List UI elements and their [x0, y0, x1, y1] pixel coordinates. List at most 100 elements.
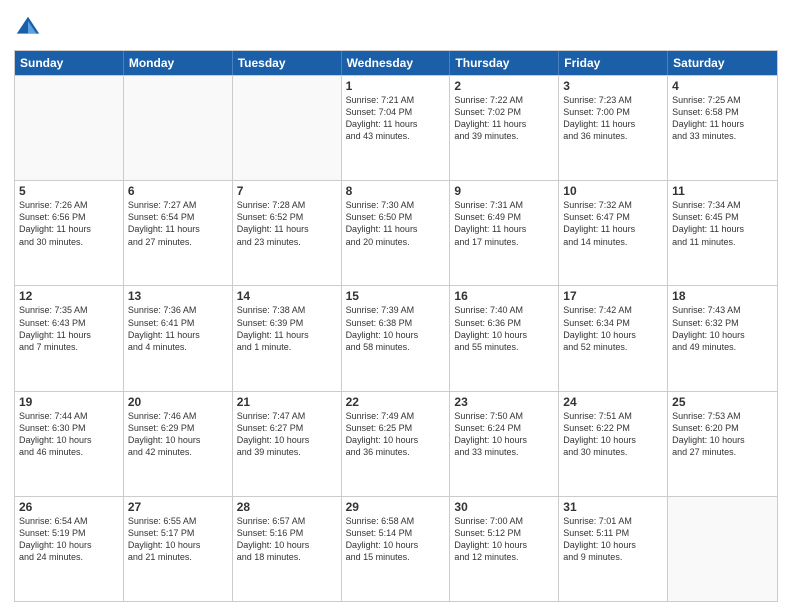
calendar-cell-4-6: [668, 497, 777, 601]
cell-info: Sunrise: 6:58 AM Sunset: 5:14 PM Dayligh…: [346, 515, 446, 564]
cell-info: Sunrise: 7:42 AM Sunset: 6:34 PM Dayligh…: [563, 304, 663, 353]
day-number: 15: [346, 289, 446, 303]
header-day-sunday: Sunday: [15, 51, 124, 75]
day-number: 9: [454, 184, 554, 198]
cell-info: Sunrise: 7:28 AM Sunset: 6:52 PM Dayligh…: [237, 199, 337, 248]
calendar-cell-2-4: 16Sunrise: 7:40 AM Sunset: 6:36 PM Dayli…: [450, 286, 559, 390]
day-number: 17: [563, 289, 663, 303]
day-number: 26: [19, 500, 119, 514]
day-number: 19: [19, 395, 119, 409]
calendar-cell-3-5: 24Sunrise: 7:51 AM Sunset: 6:22 PM Dayli…: [559, 392, 668, 496]
cell-info: Sunrise: 7:21 AM Sunset: 7:04 PM Dayligh…: [346, 94, 446, 143]
day-number: 25: [672, 395, 773, 409]
day-number: 7: [237, 184, 337, 198]
day-number: 22: [346, 395, 446, 409]
calendar-cell-1-5: 10Sunrise: 7:32 AM Sunset: 6:47 PM Dayli…: [559, 181, 668, 285]
calendar-cell-3-1: 20Sunrise: 7:46 AM Sunset: 6:29 PM Dayli…: [124, 392, 233, 496]
calendar-cell-4-4: 30Sunrise: 7:00 AM Sunset: 5:12 PM Dayli…: [450, 497, 559, 601]
day-number: 4: [672, 79, 773, 93]
cell-info: Sunrise: 7:47 AM Sunset: 6:27 PM Dayligh…: [237, 410, 337, 459]
header-day-friday: Friday: [559, 51, 668, 75]
calendar-row-1: 5Sunrise: 7:26 AM Sunset: 6:56 PM Daylig…: [15, 180, 777, 285]
cell-info: Sunrise: 7:40 AM Sunset: 6:36 PM Dayligh…: [454, 304, 554, 353]
cell-info: Sunrise: 7:46 AM Sunset: 6:29 PM Dayligh…: [128, 410, 228, 459]
cell-info: Sunrise: 6:57 AM Sunset: 5:16 PM Dayligh…: [237, 515, 337, 564]
day-number: 6: [128, 184, 228, 198]
calendar: SundayMondayTuesdayWednesdayThursdayFrid…: [14, 50, 778, 602]
day-number: 13: [128, 289, 228, 303]
cell-info: Sunrise: 7:50 AM Sunset: 6:24 PM Dayligh…: [454, 410, 554, 459]
calendar-row-0: 1Sunrise: 7:21 AM Sunset: 7:04 PM Daylig…: [15, 75, 777, 180]
calendar-cell-2-3: 15Sunrise: 7:39 AM Sunset: 6:38 PM Dayli…: [342, 286, 451, 390]
cell-info: Sunrise: 7:31 AM Sunset: 6:49 PM Dayligh…: [454, 199, 554, 248]
day-number: 8: [346, 184, 446, 198]
calendar-cell-0-6: 4Sunrise: 7:25 AM Sunset: 6:58 PM Daylig…: [668, 76, 777, 180]
cell-info: Sunrise: 6:54 AM Sunset: 5:19 PM Dayligh…: [19, 515, 119, 564]
cell-info: Sunrise: 7:34 AM Sunset: 6:45 PM Dayligh…: [672, 199, 773, 248]
calendar-body: 1Sunrise: 7:21 AM Sunset: 7:04 PM Daylig…: [15, 75, 777, 601]
day-number: 1: [346, 79, 446, 93]
day-number: 24: [563, 395, 663, 409]
calendar-cell-2-5: 17Sunrise: 7:42 AM Sunset: 6:34 PM Dayli…: [559, 286, 668, 390]
calendar-header-row: SundayMondayTuesdayWednesdayThursdayFrid…: [15, 51, 777, 75]
day-number: 23: [454, 395, 554, 409]
calendar-cell-1-3: 8Sunrise: 7:30 AM Sunset: 6:50 PM Daylig…: [342, 181, 451, 285]
cell-info: Sunrise: 7:38 AM Sunset: 6:39 PM Dayligh…: [237, 304, 337, 353]
day-number: 10: [563, 184, 663, 198]
calendar-row-4: 26Sunrise: 6:54 AM Sunset: 5:19 PM Dayli…: [15, 496, 777, 601]
calendar-cell-0-3: 1Sunrise: 7:21 AM Sunset: 7:04 PM Daylig…: [342, 76, 451, 180]
cell-info: Sunrise: 7:26 AM Sunset: 6:56 PM Dayligh…: [19, 199, 119, 248]
cell-info: Sunrise: 7:23 AM Sunset: 7:00 PM Dayligh…: [563, 94, 663, 143]
header: [14, 10, 778, 42]
cell-info: Sunrise: 7:53 AM Sunset: 6:20 PM Dayligh…: [672, 410, 773, 459]
calendar-cell-0-1: [124, 76, 233, 180]
header-day-saturday: Saturday: [668, 51, 777, 75]
header-day-monday: Monday: [124, 51, 233, 75]
calendar-cell-3-2: 21Sunrise: 7:47 AM Sunset: 6:27 PM Dayli…: [233, 392, 342, 496]
day-number: 29: [346, 500, 446, 514]
calendar-cell-1-1: 6Sunrise: 7:27 AM Sunset: 6:54 PM Daylig…: [124, 181, 233, 285]
calendar-cell-2-6: 18Sunrise: 7:43 AM Sunset: 6:32 PM Dayli…: [668, 286, 777, 390]
header-day-wednesday: Wednesday: [342, 51, 451, 75]
calendar-cell-1-6: 11Sunrise: 7:34 AM Sunset: 6:45 PM Dayli…: [668, 181, 777, 285]
cell-info: Sunrise: 7:44 AM Sunset: 6:30 PM Dayligh…: [19, 410, 119, 459]
day-number: 3: [563, 79, 663, 93]
day-number: 14: [237, 289, 337, 303]
calendar-cell-3-6: 25Sunrise: 7:53 AM Sunset: 6:20 PM Dayli…: [668, 392, 777, 496]
calendar-row-3: 19Sunrise: 7:44 AM Sunset: 6:30 PM Dayli…: [15, 391, 777, 496]
day-number: 18: [672, 289, 773, 303]
calendar-row-2: 12Sunrise: 7:35 AM Sunset: 6:43 PM Dayli…: [15, 285, 777, 390]
day-number: 2: [454, 79, 554, 93]
day-number: 16: [454, 289, 554, 303]
header-day-tuesday: Tuesday: [233, 51, 342, 75]
logo: [14, 14, 46, 42]
calendar-cell-0-2: [233, 76, 342, 180]
calendar-cell-3-4: 23Sunrise: 7:50 AM Sunset: 6:24 PM Dayli…: [450, 392, 559, 496]
page: SundayMondayTuesdayWednesdayThursdayFrid…: [0, 0, 792, 612]
calendar-cell-4-2: 28Sunrise: 6:57 AM Sunset: 5:16 PM Dayli…: [233, 497, 342, 601]
header-day-thursday: Thursday: [450, 51, 559, 75]
day-number: 21: [237, 395, 337, 409]
cell-info: Sunrise: 7:43 AM Sunset: 6:32 PM Dayligh…: [672, 304, 773, 353]
cell-info: Sunrise: 7:25 AM Sunset: 6:58 PM Dayligh…: [672, 94, 773, 143]
calendar-cell-4-3: 29Sunrise: 6:58 AM Sunset: 5:14 PM Dayli…: [342, 497, 451, 601]
cell-info: Sunrise: 7:39 AM Sunset: 6:38 PM Dayligh…: [346, 304, 446, 353]
cell-info: Sunrise: 7:01 AM Sunset: 5:11 PM Dayligh…: [563, 515, 663, 564]
calendar-cell-1-4: 9Sunrise: 7:31 AM Sunset: 6:49 PM Daylig…: [450, 181, 559, 285]
cell-info: Sunrise: 6:55 AM Sunset: 5:17 PM Dayligh…: [128, 515, 228, 564]
day-number: 5: [19, 184, 119, 198]
calendar-cell-4-0: 26Sunrise: 6:54 AM Sunset: 5:19 PM Dayli…: [15, 497, 124, 601]
calendar-cell-0-4: 2Sunrise: 7:22 AM Sunset: 7:02 PM Daylig…: [450, 76, 559, 180]
calendar-cell-2-1: 13Sunrise: 7:36 AM Sunset: 6:41 PM Dayli…: [124, 286, 233, 390]
cell-info: Sunrise: 7:30 AM Sunset: 6:50 PM Dayligh…: [346, 199, 446, 248]
calendar-cell-4-1: 27Sunrise: 6:55 AM Sunset: 5:17 PM Dayli…: [124, 497, 233, 601]
cell-info: Sunrise: 7:22 AM Sunset: 7:02 PM Dayligh…: [454, 94, 554, 143]
logo-icon: [14, 14, 42, 42]
cell-info: Sunrise: 7:36 AM Sunset: 6:41 PM Dayligh…: [128, 304, 228, 353]
cell-info: Sunrise: 7:32 AM Sunset: 6:47 PM Dayligh…: [563, 199, 663, 248]
calendar-cell-0-5: 3Sunrise: 7:23 AM Sunset: 7:00 PM Daylig…: [559, 76, 668, 180]
calendar-cell-2-0: 12Sunrise: 7:35 AM Sunset: 6:43 PM Dayli…: [15, 286, 124, 390]
cell-info: Sunrise: 7:35 AM Sunset: 6:43 PM Dayligh…: [19, 304, 119, 353]
day-number: 12: [19, 289, 119, 303]
day-number: 11: [672, 184, 773, 198]
